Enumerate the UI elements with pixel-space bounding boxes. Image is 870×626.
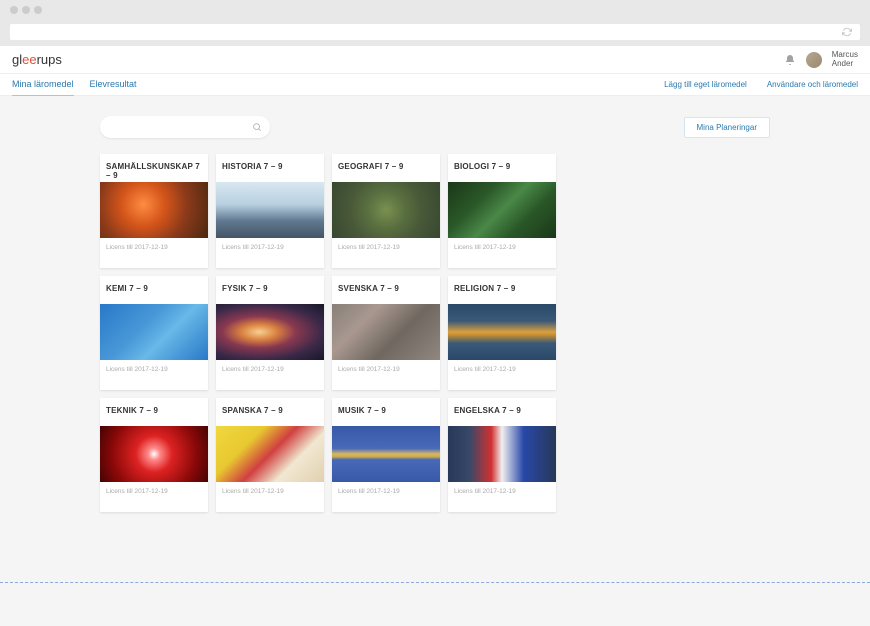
card-title: TEKNIK 7 – 9 xyxy=(100,398,208,426)
card-image xyxy=(216,304,324,360)
card-title: FYSIK 7 – 9 xyxy=(216,276,324,304)
logo-accent: ee xyxy=(22,52,36,67)
plan-button[interactable]: Mina Planeringar xyxy=(684,117,770,138)
course-card[interactable]: GEOGRAFI 7 – 9 Licens till 2017-12-19 xyxy=(332,154,440,268)
card-image xyxy=(332,304,440,360)
nav-link-0[interactable]: Lägg till eget läromedel xyxy=(664,80,747,89)
card-footer: Licens till 2017-12-19 xyxy=(448,238,556,268)
search-wrap xyxy=(100,116,270,138)
card-title: SVENSKA 7 – 9 xyxy=(332,276,440,304)
card-license: Licens till 2017-12-19 xyxy=(106,366,202,373)
card-license: Licens till 2017-12-19 xyxy=(222,366,318,373)
card-footer: Licens till 2017-12-19 xyxy=(448,360,556,390)
bell-icon[interactable] xyxy=(784,54,796,66)
card-footer: Licens till 2017-12-19 xyxy=(332,482,440,512)
card-footer: Licens till 2017-12-19 xyxy=(448,482,556,512)
card-image xyxy=(100,426,208,482)
card-image xyxy=(448,426,556,482)
nav-tabs: Mina läromedel Elevresultat xyxy=(12,73,137,97)
card-footer: Licens till 2017-12-19 xyxy=(100,482,208,512)
card-title: MUSIK 7 – 9 xyxy=(332,398,440,426)
card-title: SPANSKA 7 – 9 xyxy=(216,398,324,426)
card-license: Licens till 2017-12-19 xyxy=(338,488,434,495)
card-image xyxy=(216,182,324,238)
card-footer: Licens till 2017-12-19 xyxy=(100,360,208,390)
course-card[interactable]: ENGELSKA 7 – 9 Licens till 2017-12-19 xyxy=(448,398,556,512)
card-footer: Licens till 2017-12-19 xyxy=(216,482,324,512)
nav-row: Mina läromedel Elevresultat Lägg till ege… xyxy=(0,74,870,96)
user-last: Ander xyxy=(832,60,858,69)
course-card[interactable]: HISTORIA 7 – 9 Licens till 2017-12-19 xyxy=(216,154,324,268)
app-header: gleerups Marcus Ander xyxy=(0,46,870,74)
course-card[interactable]: BIOLOGI 7 – 9 Licens till 2017-12-19 xyxy=(448,154,556,268)
top-row: Mina Planeringar xyxy=(100,116,770,138)
logo-part1: gl xyxy=(12,52,22,67)
course-card[interactable]: SPANSKA 7 – 9 Licens till 2017-12-19 xyxy=(216,398,324,512)
course-card[interactable]: RELIGION 7 – 9 Licens till 2017-12-19 xyxy=(448,276,556,390)
nav-tab-0[interactable]: Mina läromedel xyxy=(12,73,74,97)
course-card[interactable]: TEKNIK 7 – 9 Licens till 2017-12-19 xyxy=(100,398,208,512)
card-image xyxy=(100,182,208,238)
card-license: Licens till 2017-12-19 xyxy=(106,488,202,495)
logo-part2: rups xyxy=(37,52,62,67)
reload-icon[interactable] xyxy=(842,27,852,37)
user-name[interactable]: Marcus Ander xyxy=(832,51,858,69)
card-footer: Licens till 2017-12-19 xyxy=(216,360,324,390)
url-bar-row xyxy=(0,20,870,46)
card-title: GEOGRAFI 7 – 9 xyxy=(332,154,440,182)
card-footer: Licens till 2017-12-19 xyxy=(332,360,440,390)
window-maximize-dot[interactable] xyxy=(34,6,42,14)
search-input[interactable] xyxy=(100,116,270,138)
card-image xyxy=(332,426,440,482)
card-license: Licens till 2017-12-19 xyxy=(222,244,318,251)
card-image xyxy=(100,304,208,360)
card-license: Licens till 2017-12-19 xyxy=(338,366,434,373)
card-title: HISTORIA 7 – 9 xyxy=(216,154,324,182)
avatar[interactable] xyxy=(806,52,822,68)
search-icon[interactable] xyxy=(252,122,262,132)
url-bar[interactable] xyxy=(10,24,860,40)
nav-tab-1[interactable]: Elevresultat xyxy=(90,73,137,97)
course-card[interactable]: KEMI 7 – 9 Licens till 2017-12-19 xyxy=(100,276,208,390)
course-card[interactable]: MUSIK 7 – 9 Licens till 2017-12-19 xyxy=(332,398,440,512)
card-footer: Licens till 2017-12-19 xyxy=(100,238,208,268)
card-license: Licens till 2017-12-19 xyxy=(106,244,202,251)
window-chrome xyxy=(0,0,870,20)
nav-link-1[interactable]: Användare och läromedel xyxy=(767,80,858,89)
window-close-dot[interactable] xyxy=(10,6,18,14)
card-license: Licens till 2017-12-19 xyxy=(454,244,550,251)
card-title: RELIGION 7 – 9 xyxy=(448,276,556,304)
card-footer: Licens till 2017-12-19 xyxy=(216,238,324,268)
course-card[interactable]: FYSIK 7 – 9 Licens till 2017-12-19 xyxy=(216,276,324,390)
card-image xyxy=(216,426,324,482)
course-card[interactable]: SAMHÄLLSKUNSKAP 7 – 9 Licens till 2017-12… xyxy=(100,154,208,268)
card-title: ENGELSKA 7 – 9 xyxy=(448,398,556,426)
nav-links: Lägg till eget läromedel Användare och lä… xyxy=(664,80,858,89)
header-right: Marcus Ander xyxy=(784,51,858,69)
card-footer: Licens till 2017-12-19 xyxy=(332,238,440,268)
dashed-guide-line xyxy=(0,582,870,583)
card-title: KEMI 7 – 9 xyxy=(100,276,208,304)
course-card[interactable]: SVENSKA 7 – 9 Licens till 2017-12-19 xyxy=(332,276,440,390)
card-license: Licens till 2017-12-19 xyxy=(222,488,318,495)
card-image xyxy=(332,182,440,238)
card-title: BIOLOGI 7 – 9 xyxy=(448,154,556,182)
window-minimize-dot[interactable] xyxy=(22,6,30,14)
card-license: Licens till 2017-12-19 xyxy=(454,488,550,495)
card-title: SAMHÄLLSKUNSKAP 7 – 9 xyxy=(100,154,208,182)
card-license: Licens till 2017-12-19 xyxy=(454,366,550,373)
logo[interactable]: gleerups xyxy=(12,52,62,67)
content: Mina Planeringar SAMHÄLLSKUNSKAP 7 – 9 Li… xyxy=(0,96,870,532)
card-image xyxy=(448,182,556,238)
card-grid: SAMHÄLLSKUNSKAP 7 – 9 Licens till 2017-12… xyxy=(100,154,770,512)
card-license: Licens till 2017-12-19 xyxy=(338,244,434,251)
card-image xyxy=(448,304,556,360)
